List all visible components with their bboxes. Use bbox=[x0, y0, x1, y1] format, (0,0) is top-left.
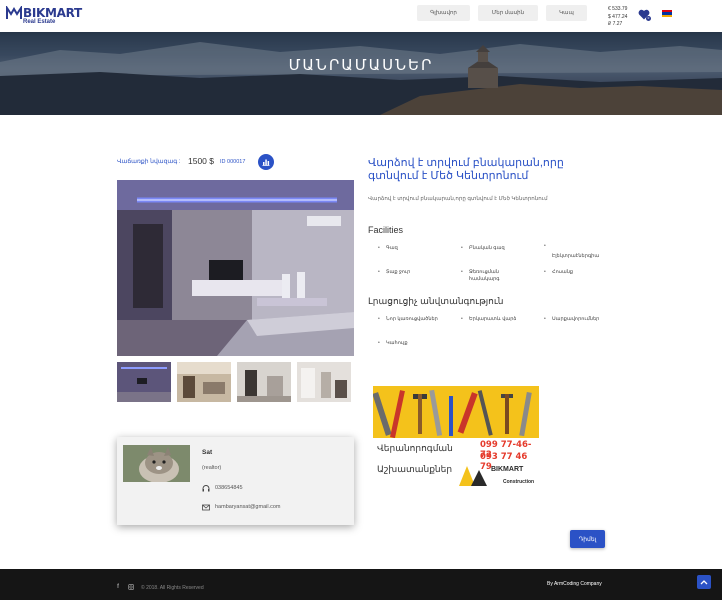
agent-role: (realtor) bbox=[202, 465, 222, 471]
ad-brand-sub: Construction bbox=[503, 479, 535, 485]
ad-line-2: Աշխատանքներ bbox=[377, 464, 453, 474]
ad-line-1: Վերանորոգման bbox=[377, 443, 453, 453]
agent-card: Sat (realtor) 038654845 hambaryansat@gma… bbox=[117, 437, 354, 525]
agent-avatar bbox=[123, 445, 190, 482]
facilities-heading: Facilities bbox=[368, 225, 404, 235]
footer bbox=[0, 569, 722, 600]
price-label: Վաճառքի նվազագ : bbox=[117, 159, 181, 165]
facility-item: • Բնական գազ bbox=[461, 245, 505, 251]
logo-subtitle: Real Estate bbox=[23, 19, 56, 25]
armenian-flag-icon[interactable] bbox=[662, 10, 672, 17]
listing-id: ID 000017 bbox=[220, 159, 246, 165]
thumbnail-4[interactable] bbox=[297, 362, 351, 402]
instagram-icon[interactable] bbox=[128, 584, 134, 590]
agent-phone[interactable]: 038654845 bbox=[215, 485, 243, 491]
comfort-item: • Սարքավորումներ bbox=[544, 316, 600, 322]
thumbnail-image bbox=[117, 362, 171, 402]
facebook-icon[interactable]: f bbox=[117, 584, 119, 590]
thumbnail-2[interactable] bbox=[177, 362, 231, 402]
page-banner: ՄԱՆՐԱՄԱՍՆԵՐ bbox=[0, 32, 722, 115]
comfort-item: • Նոր կառուցվածներ bbox=[378, 316, 438, 322]
bar-chart-icon bbox=[262, 159, 270, 166]
scroll-to-top-button[interactable] bbox=[697, 575, 711, 589]
logo-name: BIKMART bbox=[23, 5, 82, 20]
property-title: Վարձով է տրվում բնակարան,որը գտնվում է Մ… bbox=[368, 157, 564, 182]
top-header: BIKMART Real Estate Գլխավոր Մեր մասին Կա… bbox=[0, 0, 722, 32]
facility-item: • Հոսանք bbox=[544, 269, 574, 275]
nav-contact[interactable]: Կապ bbox=[546, 5, 587, 21]
rate-rub: ₽ 7.27 bbox=[608, 21, 623, 27]
photo-thumbnails bbox=[117, 362, 351, 402]
rate-eur: € 533.79 bbox=[608, 6, 628, 12]
main-property-photo[interactable] bbox=[117, 180, 354, 356]
rate-usd: $ 477.24 bbox=[608, 13, 628, 20]
bikmart-logo-icon bbox=[459, 466, 487, 486]
nav-home[interactable]: Գլխավոր bbox=[417, 5, 470, 21]
comfort-heading: Լրացուցիչ անվտանգություն bbox=[368, 296, 504, 306]
comfort-item: • Երկարատև վարձ bbox=[461, 316, 517, 322]
ad-brand: BIKMART bbox=[491, 466, 524, 473]
construction-ad-banner[interactable]: 099 77-46-72 093 77 46 79 Վերանորոգման Ա… bbox=[373, 386, 539, 489]
facility-item: • Ջեռուցման համակարգ bbox=[461, 269, 500, 282]
headset-icon bbox=[202, 485, 210, 492]
property-description: Վարձով է տրվում բնակարան,որը գտնվում է Մ… bbox=[368, 196, 548, 202]
nav-about[interactable]: Մեր մասին bbox=[478, 5, 538, 21]
logo-mark-icon bbox=[6, 6, 22, 19]
developer-credit[interactable]: By ArmCoding Company bbox=[547, 581, 602, 587]
stats-button[interactable] bbox=[258, 154, 274, 170]
apply-button[interactable]: Դիմել bbox=[570, 530, 605, 548]
thumbnail-3[interactable] bbox=[237, 362, 291, 402]
cat-photo bbox=[123, 445, 190, 482]
comfort-item: • Կահույք bbox=[378, 340, 408, 346]
tools-illustration bbox=[373, 386, 539, 446]
facility-item: • Տաք ջուր bbox=[378, 269, 411, 275]
agent-name: Sat bbox=[202, 449, 213, 456]
agent-email[interactable]: hambaryansat@gmail.com bbox=[215, 504, 281, 510]
page-title: ՄԱՆՐԱՄԱՍՆԵՐ bbox=[288, 56, 434, 74]
envelope-icon bbox=[202, 504, 210, 511]
favorites-badge: 0 bbox=[646, 16, 651, 21]
thumbnail-1[interactable] bbox=[117, 362, 171, 402]
thumbnail-image bbox=[297, 362, 351, 402]
chevron-up-icon bbox=[700, 580, 708, 585]
living-room-image bbox=[117, 180, 354, 356]
facility-item: • Գազ bbox=[378, 245, 398, 251]
copyright-text: © 2018. All Rights Reserved bbox=[141, 585, 204, 591]
price-value: 1500 $ bbox=[188, 156, 214, 166]
facility-item: • Էլեկտրաէներգիա bbox=[544, 243, 600, 259]
thumbnail-image bbox=[177, 362, 231, 402]
logo[interactable]: BIKMART Real Estate bbox=[6, 6, 82, 26]
thumbnail-image bbox=[237, 362, 291, 402]
currency-rates: € 533.79 $ 477.24 ₽ 7.27 bbox=[608, 6, 627, 29]
